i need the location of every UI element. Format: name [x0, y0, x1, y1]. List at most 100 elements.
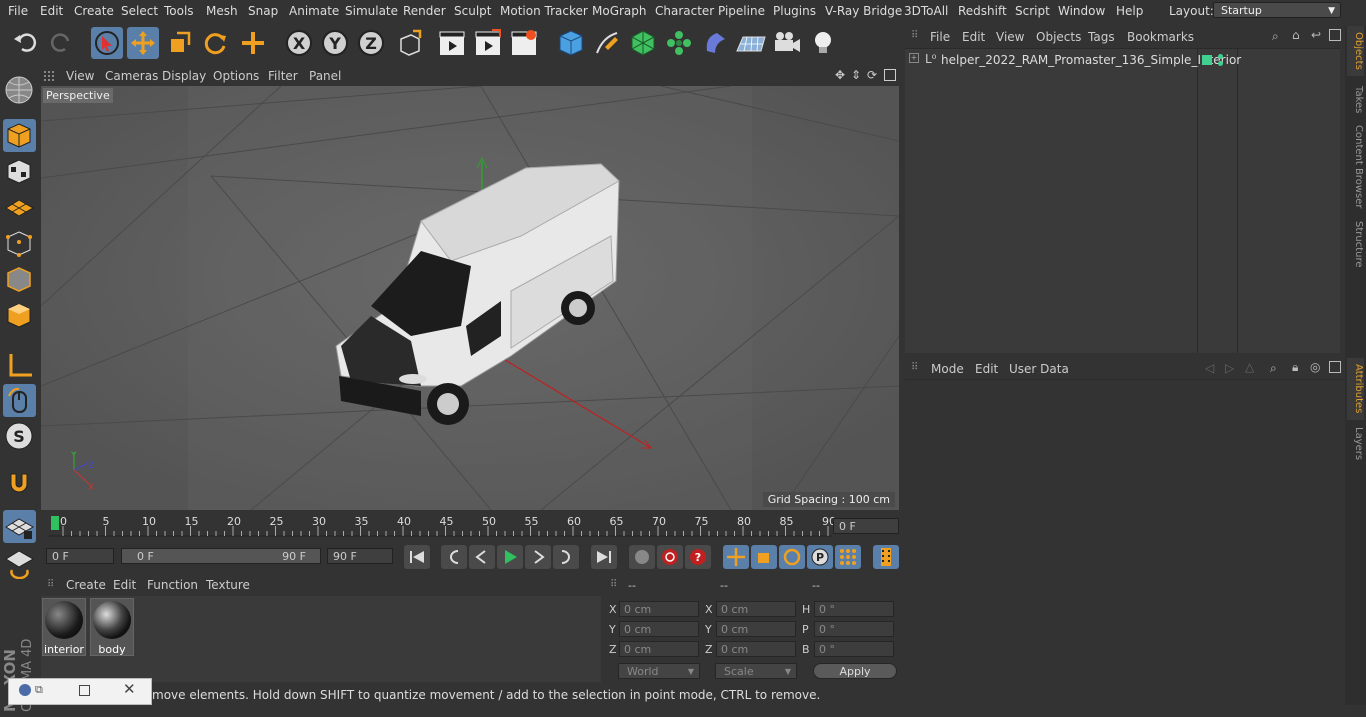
viewport-menu-options[interactable]: Options: [213, 69, 259, 83]
up-arrow-icon[interactable]: △: [1245, 360, 1254, 374]
workplane-mode-button[interactable]: [3, 191, 36, 224]
attributes-menu-edit[interactable]: Edit: [975, 362, 998, 376]
axis-mode-button[interactable]: [3, 349, 36, 382]
render-view-button[interactable]: [436, 27, 468, 59]
viewport-menu-filter[interactable]: Filter: [268, 69, 298, 83]
layout-select[interactable]: Startup ▼: [1213, 2, 1341, 18]
record-button[interactable]: [657, 545, 683, 569]
menu-character[interactable]: Character: [655, 4, 714, 18]
current-frame-field[interactable]: 0 F: [833, 518, 899, 534]
menu-snap[interactable]: Snap: [248, 4, 278, 18]
move-tool-button[interactable]: [127, 27, 159, 59]
tab-structure[interactable]: Structure: [1347, 216, 1364, 272]
texture-mode-button[interactable]: [3, 155, 36, 188]
menu-edit[interactable]: Edit: [40, 4, 63, 18]
subdivision-button[interactable]: [627, 27, 659, 59]
timeline-ruler[interactable]: 0 5 10 15 20 25 30 35 40 45 50 55 60 65 70 75 80 85 90 0 F: [41, 512, 900, 542]
back-arrow-icon[interactable]: ◁: [1205, 361, 1214, 375]
menu-select[interactable]: Select: [121, 4, 158, 18]
coordinate-system-button[interactable]: [393, 27, 425, 59]
rot-h-field[interactable]: 0 °: [814, 601, 894, 617]
live-selection-button[interactable]: [91, 27, 123, 59]
tab-layers[interactable]: Layers: [1347, 424, 1364, 464]
search-icon[interactable]: ⌕: [1272, 29, 1279, 44]
3d-viewport[interactable]: Y Z X Perspective Grid Spacing : 100 cm: [41, 86, 899, 510]
material-menu-edit[interactable]: Edit: [113, 578, 136, 592]
z-axis-button[interactable]: Z: [355, 27, 387, 59]
edges-mode-button[interactable]: [3, 263, 36, 296]
y-axis-button[interactable]: Y: [319, 27, 351, 59]
search-icon[interactable]: ⌕: [1270, 361, 1277, 376]
end-frame-field[interactable]: 90 F: [327, 548, 393, 564]
attributes-menu-user-data[interactable]: User Data: [1009, 362, 1069, 376]
rot-p-field[interactable]: 0 °: [814, 621, 894, 637]
redo-button[interactable]: [45, 27, 77, 59]
menu-help[interactable]: Help: [1116, 4, 1143, 18]
object-menu-view[interactable]: View: [996, 30, 1024, 44]
viewport-rotate-icon[interactable]: ⟳: [867, 68, 877, 82]
go-to-start-button[interactable]: [404, 545, 430, 569]
object-menu-objects[interactable]: Objects: [1036, 30, 1081, 44]
new-window-icon[interactable]: [1329, 361, 1341, 373]
menu-3dtoall[interactable]: 3DToAll: [904, 4, 948, 18]
maximize-icon[interactable]: [79, 685, 90, 696]
key-rotation-button[interactable]: [779, 545, 805, 569]
key-scale-button[interactable]: [751, 545, 777, 569]
magnet-button[interactable]: [3, 466, 36, 499]
size-x-field[interactable]: 0 cm: [716, 601, 796, 617]
forward-arrow-icon[interactable]: ▷: [1225, 361, 1234, 375]
viewport-zoom-icon[interactable]: ⇕: [851, 68, 861, 82]
close-icon[interactable]: ✕: [123, 680, 136, 698]
material-menu-create[interactable]: Create: [66, 578, 106, 592]
object-menu-tags[interactable]: Tags: [1088, 30, 1115, 44]
scale-tool-button[interactable]: [163, 27, 195, 59]
layer-color-icon[interactable]: [1202, 55, 1212, 65]
lock-icon[interactable]: 🔒︎: [1292, 360, 1298, 375]
material-body[interactable]: body: [90, 598, 134, 656]
snap-button[interactable]: S: [3, 420, 36, 453]
viewport-menu-panel[interactable]: Panel: [309, 69, 341, 83]
pos-z-field[interactable]: 0 cm: [619, 641, 699, 657]
viewport-move-icon[interactable]: ✥: [835, 68, 845, 82]
frame-range-slider[interactable]: 0 F 90 F: [121, 548, 321, 564]
floor-object-button[interactable]: [735, 27, 767, 59]
autokey-button[interactable]: ?: [685, 545, 711, 569]
camera-object-button[interactable]: [771, 27, 803, 59]
deformer-button[interactable]: [699, 27, 731, 59]
pos-x-field[interactable]: 0 cm: [619, 601, 699, 617]
material-menu-function[interactable]: Function: [147, 578, 198, 592]
menu-window[interactable]: Window: [1058, 4, 1105, 18]
menu-script[interactable]: Script: [1015, 4, 1050, 18]
points-mode-button[interactable]: [3, 227, 36, 260]
home-icon[interactable]: ⌂: [1292, 28, 1300, 42]
menu-motion-tracker[interactable]: Motion Tracker: [500, 4, 588, 18]
go-to-end-button[interactable]: [591, 545, 617, 569]
menu-simulate[interactable]: Simulate: [345, 4, 398, 18]
new-window-icon[interactable]: [1329, 29, 1341, 41]
back-icon[interactable]: ↩: [1311, 28, 1321, 42]
tab-attributes[interactable]: Attributes: [1347, 358, 1364, 420]
render-visibility-dot[interactable]: [1218, 61, 1223, 66]
menu-sculpt[interactable]: Sculpt: [454, 4, 491, 18]
menu-tools[interactable]: Tools: [164, 4, 194, 18]
next-frame-button[interactable]: [525, 545, 551, 569]
menu-render[interactable]: Render: [403, 4, 446, 18]
viewport-maximize-icon[interactable]: [884, 69, 896, 81]
motion-path-button[interactable]: [629, 545, 655, 569]
next-key-button[interactable]: [553, 545, 579, 569]
object-row[interactable]: + L⁰ helper_2022_RAM_Promaster_136_Simpl…: [905, 52, 1340, 69]
menu-file[interactable]: File: [8, 4, 28, 18]
restore-icon[interactable]: ⧉: [35, 683, 43, 697]
tab-takes[interactable]: Takes: [1347, 80, 1364, 120]
menu-mograph[interactable]: MoGraph: [592, 4, 647, 18]
rotate-tool-button[interactable]: [199, 27, 231, 59]
apply-button[interactable]: Apply: [813, 663, 897, 679]
material-menu-texture[interactable]: Texture: [206, 578, 250, 592]
size-z-field[interactable]: 0 cm: [716, 641, 796, 657]
tab-content-browser[interactable]: Content Browser: [1347, 124, 1364, 210]
size-mode-select[interactable]: Scale ▼: [715, 663, 797, 679]
render-settings-button[interactable]: [508, 27, 540, 59]
object-menu-file[interactable]: File: [930, 30, 950, 44]
key-parameter-button[interactable]: P: [807, 545, 833, 569]
expand-icon[interactable]: +: [909, 53, 919, 63]
